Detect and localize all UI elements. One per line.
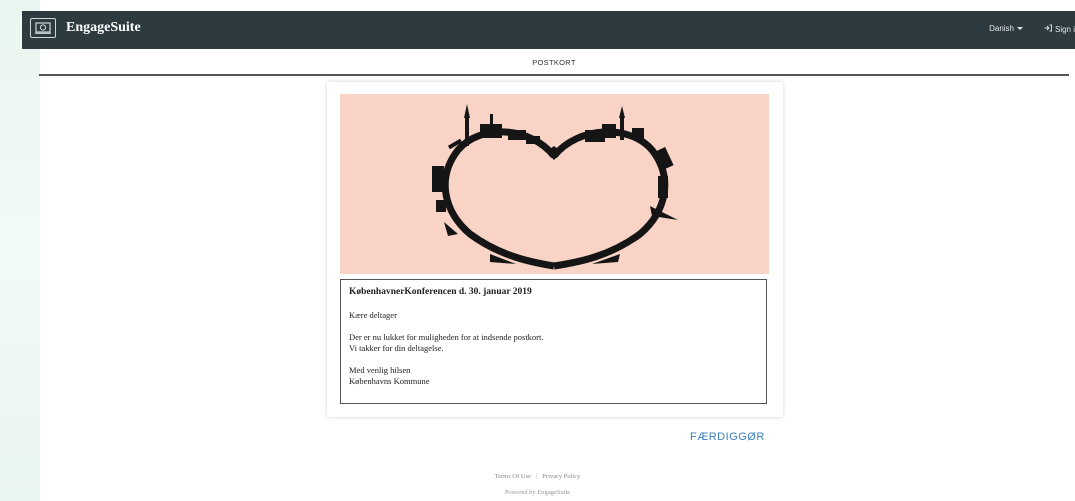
brand[interactable]: EngageSuite [30, 18, 141, 38]
sign-in-icon [1044, 24, 1052, 34]
laptop-logo-icon [30, 18, 56, 38]
language-dropdown[interactable]: Danish [989, 24, 1023, 33]
postcard-card: KøbenhavnerKonferencen d. 30. januar 201… [327, 82, 783, 417]
sign-in-link[interactable]: Sign i [1044, 24, 1075, 34]
message-title: KøbenhavnerKonferencen d. 30. januar 201… [349, 287, 532, 297]
powered-by-text: Powered by EngageSuite [504, 489, 571, 496]
message-line: Der er nu lukket for muligheden for at i… [349, 332, 544, 342]
tab-postkort[interactable]: POSTKORT [39, 58, 1069, 67]
message-signature: Københavns Kommune [349, 376, 430, 386]
tab-bar: POSTKORT [39, 50, 1069, 76]
footer-divider: | [535, 473, 538, 480]
message-line: Vi takker for din deltagelse. [349, 343, 444, 353]
brand-name: EngageSuite [66, 20, 141, 35]
chevron-down-icon [1017, 27, 1023, 30]
footer-links: Terms Of Use | Privacy Policy [0, 473, 1075, 480]
language-label: Danish [989, 24, 1014, 33]
page-background-accent [0, 0, 40, 501]
postcard-message-box: KøbenhavnerKonferencen d. 30. januar 201… [340, 279, 767, 404]
finish-button[interactable]: FÆRDIGGØR [690, 431, 765, 443]
sign-in-label: Sign i [1054, 24, 1075, 34]
heart-skyline-image [340, 94, 769, 274]
message-closing: Med venlig hilsen [349, 365, 411, 375]
message-greeting: Kære deltager [349, 310, 397, 320]
terms-of-use-link[interactable]: Terms Of Use [495, 473, 531, 480]
privacy-policy-link[interactable]: Privacy Policy [542, 473, 580, 480]
top-navbar: EngageSuite Danish Sign i [22, 11, 1075, 49]
